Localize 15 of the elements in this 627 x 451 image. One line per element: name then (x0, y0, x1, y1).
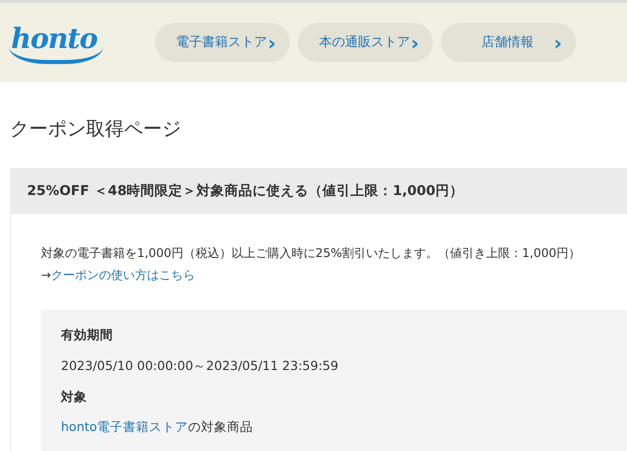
coupon-title: 25%OFF ＜48時間限定＞対象商品に使える（値引上限：1,000円） (11, 168, 627, 214)
usage-link-line: →クーポンの使い方はこちら (41, 267, 196, 284)
chevron-icon: › (554, 32, 562, 52)
nav-button[interactable]: 店舗情報 › (441, 23, 576, 62)
chevron-icon: › (268, 32, 276, 52)
detail-value: honto電子書籍ストアの対象商品 (61, 418, 254, 436)
detail-label: 対象 (61, 388, 88, 406)
logo[interactable]: honto (9, 21, 103, 64)
usage-link[interactable]: クーポンの使い方はこちら (51, 268, 196, 282)
detail-value: 2023/05/10 00:00:00～2023/05/11 23:59:59 (61, 356, 340, 375)
store-link[interactable]: honto電子書籍ストア (61, 419, 188, 434)
detail-label: 有効期間 (61, 326, 114, 344)
chevron-icon: › (410, 32, 419, 52)
coupon-description: 対象の電子書籍を1,000円（税込）以上ご購入時に25%割引いたします。（値引き上限：1,000円） (41, 245, 582, 262)
page-title: クーポン取得ページ (10, 118, 182, 141)
